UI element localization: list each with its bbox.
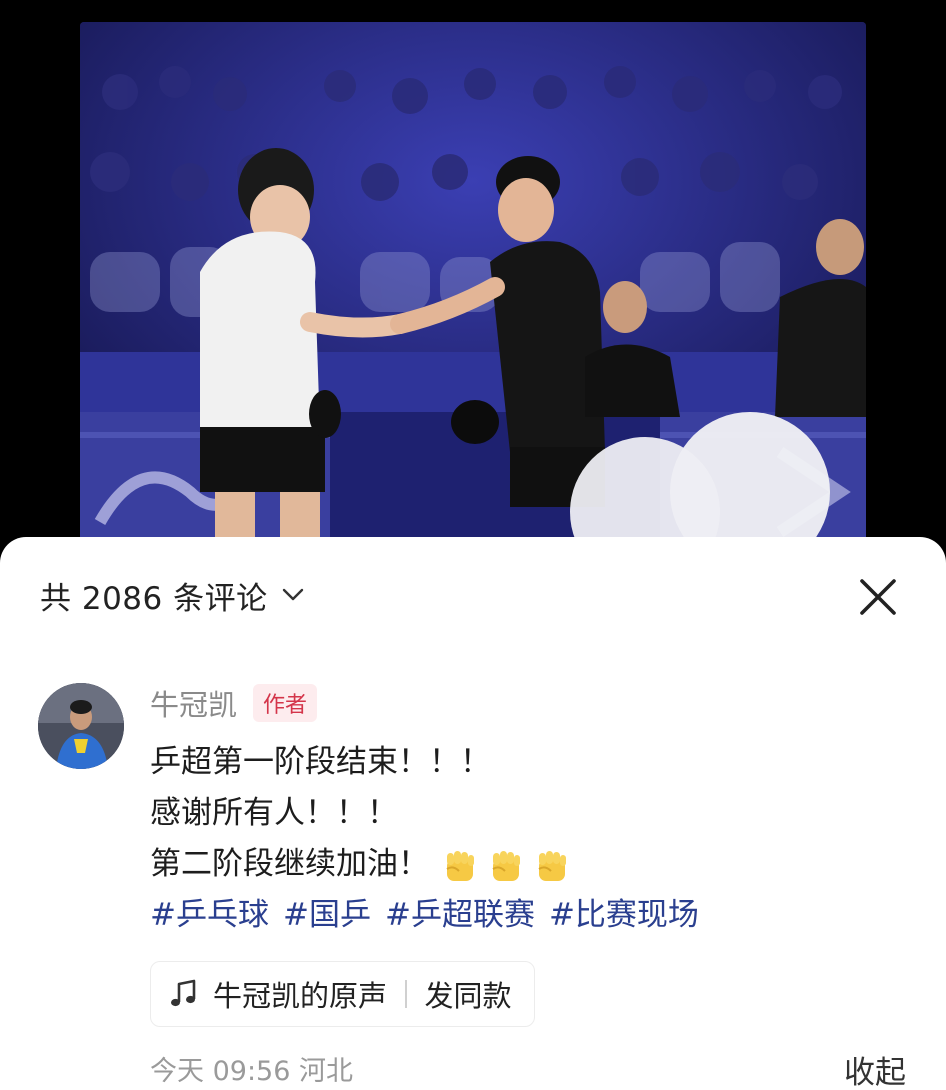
comment-line: 感谢所有人！！！ (150, 795, 398, 831)
comment-time: 今天 09:56 (150, 1056, 291, 1087)
comment-location: 河北 (299, 1056, 353, 1087)
author-badge: 作者 (253, 684, 318, 722)
video-player[interactable] (80, 22, 866, 552)
comment-line: 乒超第一阶段结束！！！ (150, 744, 491, 780)
fist-icon (446, 850, 474, 881)
hashtag-row: #乒乓球 #国乒 #乒超联赛 #比赛现场 (150, 890, 890, 941)
music-note-icon (171, 979, 196, 1007)
fist-icon (538, 850, 566, 881)
chip-divider (405, 980, 407, 1008)
sound-name[interactable]: 牛冠凯的原声 (213, 973, 387, 1015)
author-name[interactable]: 牛冠凯 (150, 682, 237, 724)
hashtag[interactable]: #乒超联赛 (385, 897, 535, 933)
chevron-down-icon[interactable] (280, 582, 306, 608)
use-same-sound-button[interactable]: 发同款 (425, 973, 512, 1015)
screen: 共 2086 条评论 牛冠凯 作者 乒超第一阶段结束！！！ 感谢所有人！！！ 第… (0, 0, 946, 1090)
comment-count: 共 2086 条评论 (40, 580, 268, 617)
match-photo (80, 22, 866, 552)
comments-header[interactable]: 共 2086 条评论 (40, 575, 306, 617)
avatar-image (38, 683, 124, 769)
avatar[interactable] (38, 683, 124, 769)
collapse-button[interactable]: 收起 (844, 1047, 906, 1090)
close-icon (860, 579, 896, 615)
comment-body: 牛冠凯 作者 乒超第一阶段结束！！！ 感谢所有人！！！ 第二阶段继续加油！ #乒… (150, 683, 890, 1027)
original-sound-chip[interactable]: 牛冠凯的原声 发同款 (150, 961, 535, 1027)
hashtag[interactable]: #乒乓球 (150, 897, 269, 933)
hashtag[interactable]: #比赛现场 (549, 897, 699, 933)
comment-text: 乒超第一阶段结束！！！ 感谢所有人！！！ 第二阶段继续加油！ #乒乓球 #国乒 … (150, 737, 890, 941)
fist-icon (492, 850, 520, 881)
emoji-row (439, 845, 573, 887)
comment-line-text: 第二阶段继续加油！ (150, 846, 429, 882)
author-row: 牛冠凯 作者 (150, 683, 890, 723)
comment-line: 第二阶段继续加油！ (150, 839, 890, 890)
close-button[interactable] (856, 575, 900, 619)
comment-meta: 今天 09:56 河北 (150, 1049, 353, 1088)
comments-sheet: 共 2086 条评论 牛冠凯 作者 乒超第一阶段结束！！！ 感谢所有人！！！ 第… (0, 537, 946, 1090)
hashtag[interactable]: #国乒 (283, 897, 371, 933)
